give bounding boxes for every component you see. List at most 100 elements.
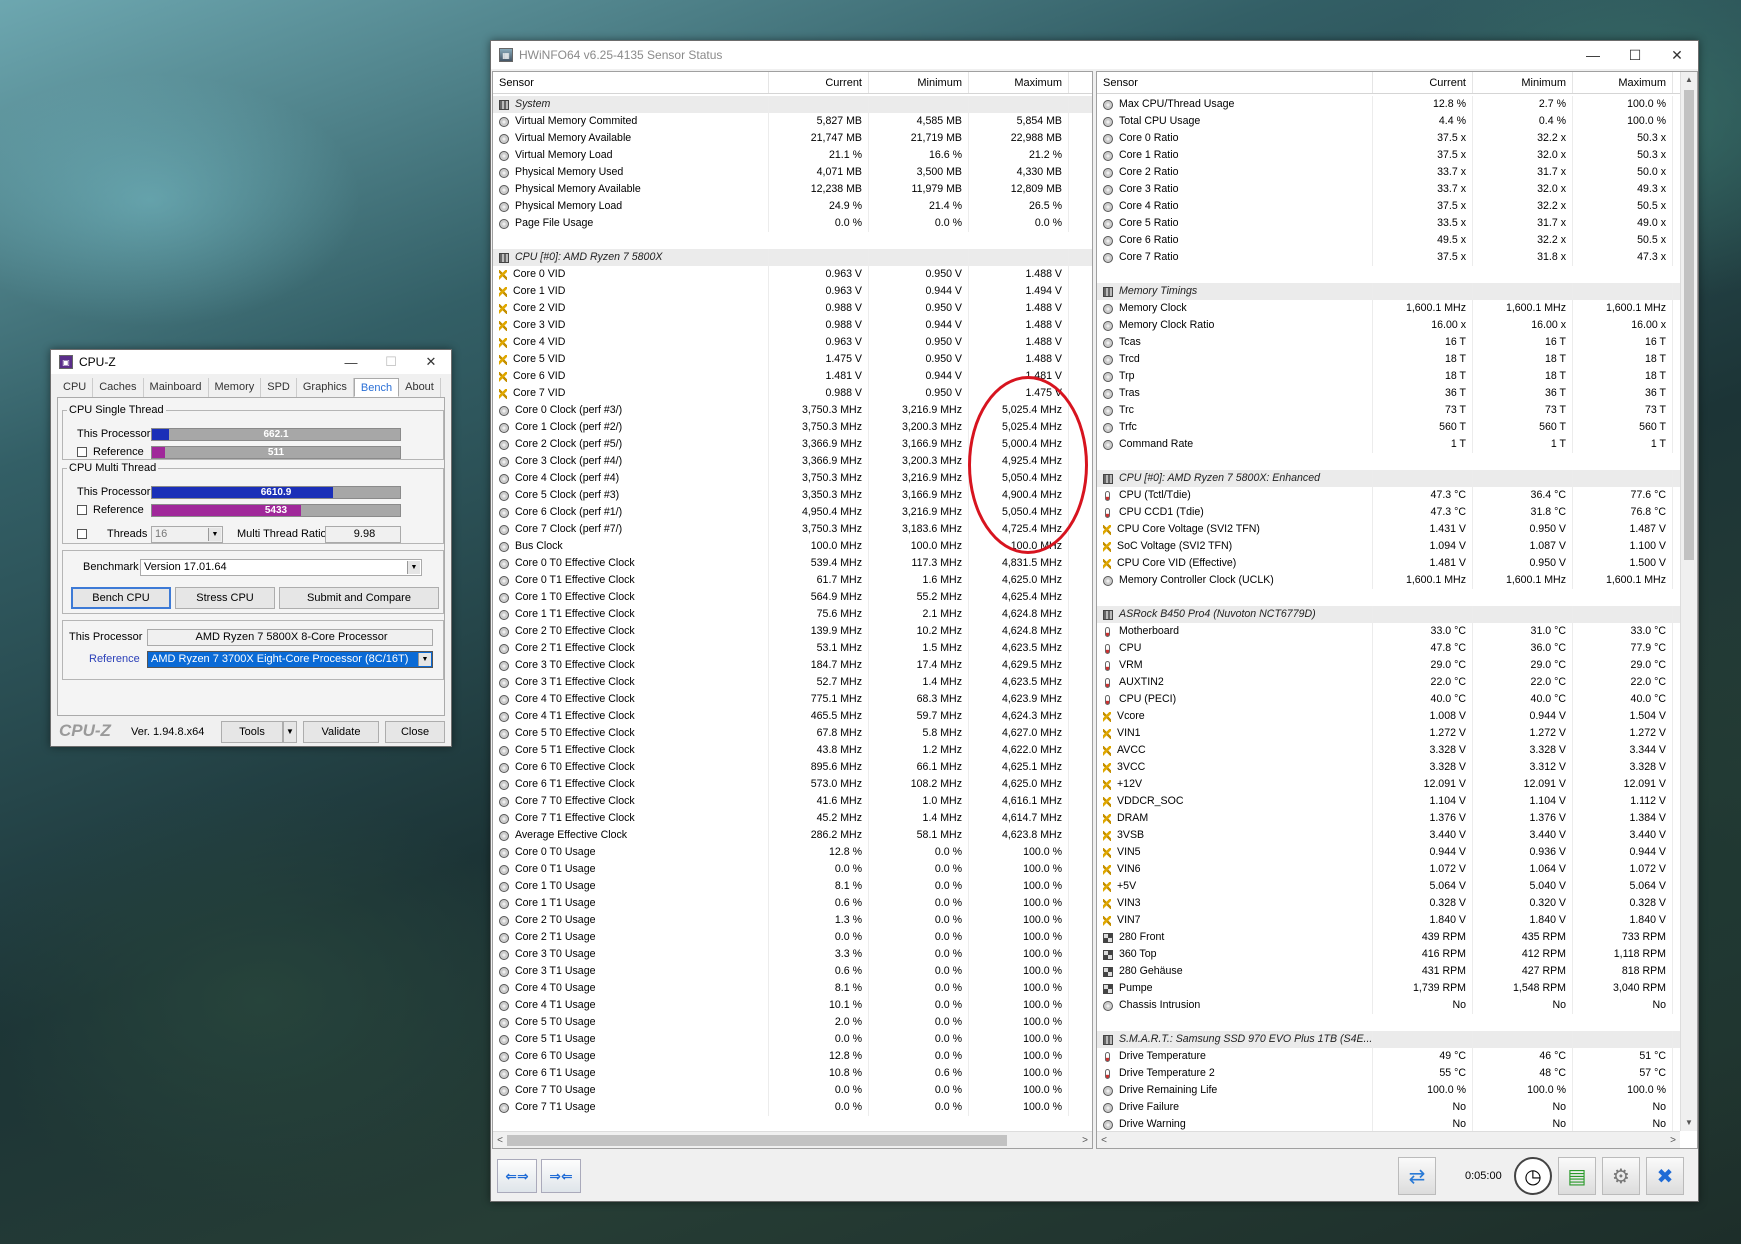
col-minimum[interactable]: Minimum xyxy=(1473,72,1573,93)
sensor-row[interactable]: Core 3 Ratio 33.7 x 32.0 x 49.3 x xyxy=(1097,181,1697,198)
sensor-row[interactable]: CPU (Tctl/Tdie) 47.3 °C 36.4 °C 77.6 °C xyxy=(1097,487,1697,504)
exit-icon[interactable]: ✖ xyxy=(1646,1157,1684,1195)
sensor-row[interactable]: VIN6 1.072 V 1.064 V 1.072 V xyxy=(1097,861,1697,878)
sensor-row[interactable]: Memory Clock 1,600.1 MHz 1,600.1 MHz 1,600.… xyxy=(1097,300,1697,317)
col-sensor[interactable]: Sensor xyxy=(493,72,769,93)
sensor-row[interactable]: Core 4 VID 0.963 V 0.950 V 1.488 V xyxy=(493,334,1092,351)
sensor-row[interactable]: Core 6 Clock (perf #1/) 4,950.4 MHz 3,216.… xyxy=(493,504,1092,521)
tab-graphics[interactable]: Graphics xyxy=(297,378,354,397)
sensor-row[interactable]: Memory Clock Ratio 16.00 x 16.00 x 16.00 x xyxy=(1097,317,1697,334)
sensor-row[interactable]: Virtual Memory Commited 5,827 MB 4,585 MB 5… xyxy=(493,113,1092,130)
collapse-arrows-icon[interactable]: ⇒⇐ xyxy=(541,1159,581,1193)
sensor-row[interactable]: Core 3 T0 Effective Clock 184.7 MHz 17.4 M… xyxy=(493,657,1092,674)
sensor-row[interactable]: CPU (PECI) 40.0 °C 40.0 °C 40.0 °C xyxy=(1097,691,1697,708)
sensor-row[interactable]: Page File Usage 0.0 % 0.0 % 0.0 % xyxy=(493,215,1092,232)
sensor-row[interactable]: VIN7 1.840 V 1.840 V 1.840 V xyxy=(1097,912,1697,929)
horizontal-scrollbar-right[interactable]: < > xyxy=(1097,1131,1680,1148)
sensor-row[interactable]: Core 1 VID 0.963 V 0.944 V 1.494 V xyxy=(493,283,1092,300)
sensor-row[interactable]: AVCC 3.328 V 3.328 V 3.344 V xyxy=(1097,742,1697,759)
sensor-row[interactable]: Core 1 T1 Effective Clock 75.6 MHz 2.1 MHz… xyxy=(493,606,1092,623)
clock-icon[interactable]: ◷ xyxy=(1514,1157,1552,1195)
sensor-row[interactable]: Physical Memory Load 24.9 % 21.4 % 26.5 % xyxy=(493,198,1092,215)
sensor-row[interactable]: Core 5 VID 1.475 V 0.950 V 1.488 V xyxy=(493,351,1092,368)
tab-about[interactable]: About xyxy=(399,378,441,397)
cpuz-titlebar[interactable]: ▣ CPU-Z — ☐ ✕ xyxy=(51,350,451,374)
sensor-row[interactable]: Drive Remaining Life 100.0 % 100.0 % 100.0 … xyxy=(1097,1082,1697,1099)
sensor-row[interactable]: Physical Memory Available 12,238 MB 11,979… xyxy=(493,181,1092,198)
sensor-group-header[interactable]: S.M.A.R.T.: Samsung SSD 970 EVO Plus 1TB… xyxy=(1097,1031,1697,1048)
scroll-right-icon[interactable]: > xyxy=(1078,1132,1092,1148)
sensor-row[interactable]: Trcd 18 T 18 T 18 T xyxy=(1097,351,1697,368)
sensor-row[interactable]: Core 1 Ratio 37.5 x 32.0 x 50.3 x xyxy=(1097,147,1697,164)
close-icon[interactable]: ✕ xyxy=(1656,47,1698,64)
tab-spd[interactable]: SPD xyxy=(261,378,297,397)
tab-caches[interactable]: Caches xyxy=(93,378,144,397)
sensor-row[interactable]: Trc 73 T 73 T 73 T xyxy=(1097,402,1697,419)
col-sensor[interactable]: Sensor xyxy=(1097,72,1373,93)
chevron-down-icon[interactable]: ▼ xyxy=(283,721,297,743)
sensor-row[interactable]: Core 0 T0 Usage 12.8 % 0.0 % 100.0 % xyxy=(493,844,1092,861)
scroll-thumb[interactable] xyxy=(1684,90,1694,560)
sensor-row[interactable]: Core 1 T0 Usage 8.1 % 0.0 % 100.0 % xyxy=(493,878,1092,895)
tab-cpu[interactable]: CPU xyxy=(57,378,94,397)
scroll-left-icon[interactable]: < xyxy=(1097,1132,1111,1148)
benchmark-select[interactable]: Version 17.01.64 ▼ xyxy=(140,559,422,576)
sensor-row[interactable]: Core 2 VID 0.988 V 0.950 V 1.488 V xyxy=(493,300,1092,317)
sensor-row[interactable]: Core 6 T1 Usage 10.8 % 0.6 % 100.0 % xyxy=(493,1065,1092,1082)
sensor-row[interactable]: Core 7 Clock (perf #7/) 3,750.3 MHz 3,183.… xyxy=(493,521,1092,538)
col-current[interactable]: Current xyxy=(1373,72,1473,93)
sensor-group-header[interactable]: System xyxy=(493,96,1092,113)
sensor-row[interactable]: Core 7 T1 Effective Clock 45.2 MHz 1.4 MHz… xyxy=(493,810,1092,827)
sensor-row[interactable]: Core 1 T1 Usage 0.6 % 0.0 % 100.0 % xyxy=(493,895,1092,912)
sensor-row[interactable]: Core 7 T1 Usage 0.0 % 0.0 % 100.0 % xyxy=(493,1099,1092,1116)
reference-checkbox[interactable] xyxy=(77,505,87,515)
sensor-row[interactable]: Virtual Memory Load 21.1 % 16.6 % 21.2 % xyxy=(493,147,1092,164)
sensor-row[interactable]: Core 1 T0 Effective Clock 564.9 MHz 55.2 M… xyxy=(493,589,1092,606)
tools-button[interactable]: Tools xyxy=(221,721,283,743)
sensor-row[interactable]: Core 6 T0 Effective Clock 895.6 MHz 66.1 M… xyxy=(493,759,1092,776)
tab-mainboard[interactable]: Mainboard xyxy=(144,378,209,397)
sensor-row[interactable]: Tras 36 T 36 T 36 T xyxy=(1097,385,1697,402)
sensor-row[interactable]: Vcore 1.008 V 0.944 V 1.504 V xyxy=(1097,708,1697,725)
scroll-thumb[interactable] xyxy=(507,1135,1007,1146)
close-button[interactable]: Close xyxy=(385,721,445,743)
maximize-icon[interactable]: ☐ xyxy=(1614,47,1656,64)
sensor-row[interactable]: Core 2 Ratio 33.7 x 31.7 x 50.0 x xyxy=(1097,164,1697,181)
reference-checkbox[interactable] xyxy=(77,447,87,457)
submit-compare-button[interactable]: Submit and Compare xyxy=(279,587,439,609)
sensor-row[interactable]: Core 2 T1 Effective Clock 53.1 MHz 1.5 MHz… xyxy=(493,640,1092,657)
close-icon[interactable]: ✕ xyxy=(411,354,451,370)
sensor-row[interactable]: Command Rate 1 T1 T1 T xyxy=(1097,436,1697,453)
chevron-down-icon[interactable]: ▼ xyxy=(208,528,221,541)
threads-select[interactable]: 16 ▼ xyxy=(151,526,223,543)
reference-select[interactable]: AMD Ryzen 7 3700X Eight-Core Processor (… xyxy=(147,651,433,668)
sensor-row[interactable]: Core 1 Clock (perf #2/) 3,750.3 MHz 3,200.… xyxy=(493,419,1092,436)
sensor-row[interactable]: Core 6 T0 Usage 12.8 % 0.0 % 100.0 % xyxy=(493,1048,1092,1065)
sensor-row[interactable]: Pumpe 1,739 RPM 1,548 RPM 3,040 RPM xyxy=(1097,980,1697,997)
sensor-row[interactable]: Core 6 VID 1.481 V 0.944 V 1.481 V xyxy=(493,368,1092,385)
sensor-row[interactable]: Tcas 16 T 16 T 16 T xyxy=(1097,334,1697,351)
sensor-row[interactable]: +12V 12.091 V 12.091 V 12.091 V xyxy=(1097,776,1697,793)
gear-icon[interactable]: ⚙ xyxy=(1602,1157,1640,1195)
sensor-row[interactable]: Core 4 T0 Effective Clock 775.1 MHz 68.3 M… xyxy=(493,691,1092,708)
sensor-row[interactable]: Core 0 VID 0.963 V 0.950 V 1.488 V xyxy=(493,266,1092,283)
sensor-row[interactable]: Core 4 T0 Usage 8.1 % 0.0 % 100.0 % xyxy=(493,980,1092,997)
sensor-row[interactable]: Drive Failure No No No xyxy=(1097,1099,1697,1116)
sensor-row[interactable]: Core 6 Ratio 49.5 x 32.2 x 50.5 x xyxy=(1097,232,1697,249)
sensor-row[interactable]: Trfc 560 T 560 T 560 T xyxy=(1097,419,1697,436)
sensor-row[interactable]: Trp 18 T 18 T 18 T xyxy=(1097,368,1697,385)
sensor-row[interactable]: Core 0 Clock (perf #3/) 3,750.3 MHz 3,216.… xyxy=(493,402,1092,419)
sensor-row[interactable]: VIN3 0.328 V 0.320 V 0.328 V xyxy=(1097,895,1697,912)
sensor-row[interactable]: Core 4 T1 Effective Clock 465.5 MHz 59.7 M… xyxy=(493,708,1092,725)
sensor-row[interactable]: Core 2 T0 Usage 1.3 % 0.0 % 100.0 % xyxy=(493,912,1092,929)
sensor-row[interactable]: Core 0 T1 Usage 0.0 % 0.0 % 100.0 % xyxy=(493,861,1092,878)
sensor-row[interactable]: Core 2 T0 Effective Clock 139.9 MHz 10.2 M… xyxy=(493,623,1092,640)
sensor-row[interactable]: Drive Temperature 49 °C 46 °C 51 °C xyxy=(1097,1048,1697,1065)
tab-memory[interactable]: Memory xyxy=(209,378,262,397)
col-minimum[interactable]: Minimum xyxy=(869,72,969,93)
sensor-row[interactable]: 360 Top 416 RPM 412 RPM 1,118 RPM xyxy=(1097,946,1697,963)
sensor-row[interactable]: +5V 5.064 V 5.040 V 5.064 V xyxy=(1097,878,1697,895)
sensor-row[interactable]: Core 5 T0 Usage 2.0 % 0.0 % 100.0 % xyxy=(493,1014,1092,1031)
sensor-row[interactable]: Core 3 T1 Effective Clock 52.7 MHz 1.4 MHz… xyxy=(493,674,1092,691)
sensor-row[interactable]: Core 4 Ratio 37.5 x 32.2 x 50.5 x xyxy=(1097,198,1697,215)
